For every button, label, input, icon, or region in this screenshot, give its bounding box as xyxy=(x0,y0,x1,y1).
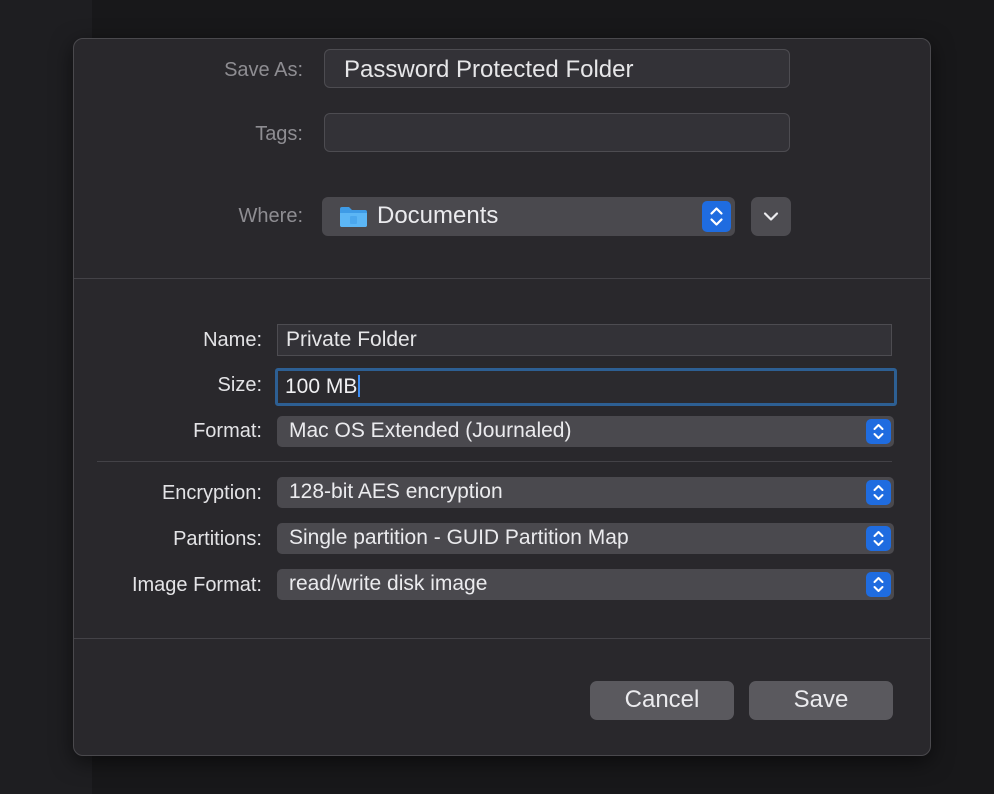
save-button[interactable]: Save xyxy=(749,681,893,720)
section-divider-bottom xyxy=(74,638,930,639)
image-format-popup-value: read/write disk image xyxy=(289,572,488,595)
save-dialog-sheet: Save As: Password Protected Folder Tags:… xyxy=(73,38,931,756)
name-input[interactable]: Private Folder xyxy=(277,324,892,356)
tags-label: Tags: xyxy=(255,123,303,145)
partitions-stepper xyxy=(866,526,891,551)
encryption-popup[interactable]: 128-bit AES encryption xyxy=(277,477,894,508)
expand-dialog-button[interactable] xyxy=(751,197,791,236)
size-input[interactable]: 100 MB xyxy=(275,368,897,406)
section-divider-top xyxy=(74,278,930,279)
encryption-label: Encryption: xyxy=(161,482,262,504)
image-format-stepper xyxy=(866,572,891,597)
format-popup[interactable]: Mac OS Extended (Journaled) xyxy=(277,416,894,447)
where-stepper xyxy=(702,201,731,232)
text-cursor xyxy=(358,375,361,397)
where-location-value: Documents xyxy=(377,202,499,229)
image-format-popup[interactable]: read/write disk image xyxy=(277,569,894,600)
section-divider-middle xyxy=(97,461,892,462)
chevron-up-down-icon xyxy=(710,207,723,226)
where-label: Where: xyxy=(238,205,303,227)
encryption-popup-value: 128-bit AES encryption xyxy=(289,480,503,503)
chevron-up-down-icon xyxy=(873,485,884,500)
tags-input[interactable] xyxy=(324,113,790,152)
cancel-button[interactable]: Cancel xyxy=(590,681,734,720)
partitions-popup[interactable]: Single partition - GUID Partition Map xyxy=(277,523,894,554)
save-as-label: Save As: xyxy=(224,59,303,81)
chevron-up-down-icon xyxy=(873,577,884,592)
encryption-stepper xyxy=(866,480,891,505)
partitions-popup-value: Single partition - GUID Partition Map xyxy=(289,526,629,549)
size-label: Size: xyxy=(217,374,262,396)
chevron-up-down-icon xyxy=(873,424,884,439)
folder-icon xyxy=(340,207,367,227)
where-location-popup[interactable]: Documents xyxy=(322,197,735,236)
image-format-label: Image Format: xyxy=(131,574,262,596)
chevron-down-icon xyxy=(763,212,779,221)
size-input-value: 100 MB xyxy=(285,375,358,398)
chevron-up-down-icon xyxy=(873,531,884,546)
partitions-label: Partitions: xyxy=(173,528,262,550)
format-label: Format: xyxy=(193,420,262,442)
name-label: Name: xyxy=(203,329,262,351)
format-stepper xyxy=(866,419,891,444)
save-as-input[interactable]: Password Protected Folder xyxy=(324,49,790,88)
format-popup-value: Mac OS Extended (Journaled) xyxy=(289,419,572,442)
